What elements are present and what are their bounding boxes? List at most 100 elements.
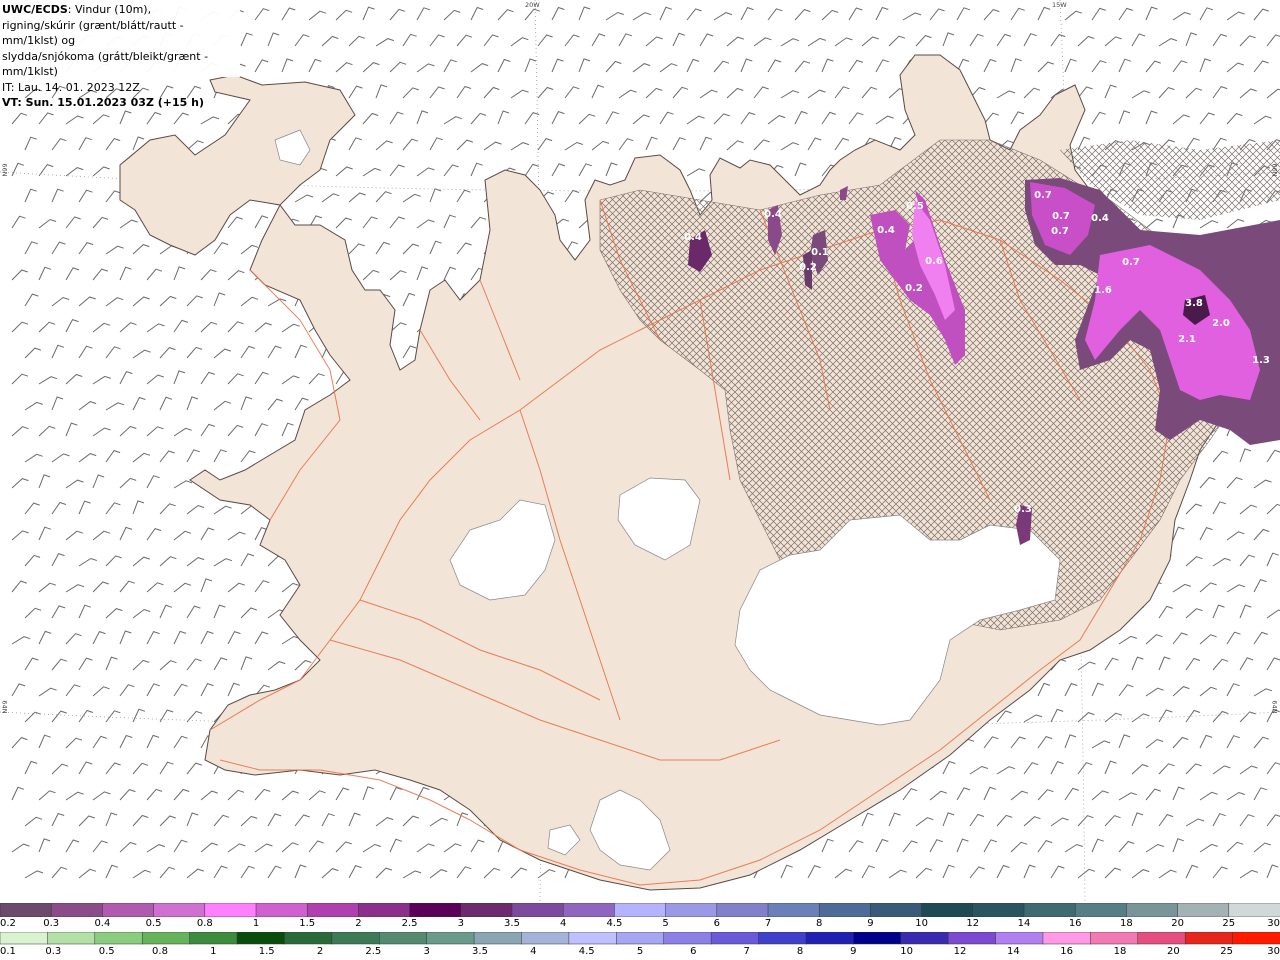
legend-rain-swatch <box>284 932 333 945</box>
legend-snow-swatch <box>870 903 923 917</box>
wind-barb <box>1050 34 1066 47</box>
wind-barb <box>848 7 863 21</box>
wind-barb <box>11 683 26 697</box>
wind-barb <box>24 136 37 151</box>
wind-barb <box>794 110 808 125</box>
legend-rain-swatch <box>1184 932 1234 945</box>
wind-barb <box>11 215 26 229</box>
wind-barb <box>1010 736 1026 749</box>
wind-barb <box>915 867 933 879</box>
wind-barb <box>132 396 146 411</box>
wind-barb <box>227 270 245 281</box>
wind-barb <box>497 58 511 73</box>
wind-barb <box>105 555 122 567</box>
legend-snow-tick-label: 25 <box>1222 918 1236 929</box>
wind-barb <box>200 423 215 437</box>
forecast-info-box: UWC/ECDS: Vindur (10m), rigning/skúrir (… <box>0 0 240 109</box>
wind-barb <box>186 396 199 411</box>
wind-barb <box>1226 11 1245 21</box>
wind-barb <box>119 425 137 437</box>
wind-barb <box>969 813 985 827</box>
legend-snow-swatch <box>409 903 462 917</box>
wind-barb <box>362 843 381 853</box>
wind-barb <box>119 110 132 125</box>
wind-barb <box>1212 557 1231 567</box>
wind-barb <box>281 323 300 333</box>
legend-snow-swatch <box>1074 903 1128 917</box>
wind-barb <box>510 89 529 99</box>
wind-barb <box>821 9 839 21</box>
wind-barb <box>1199 686 1218 697</box>
wind-barb <box>1253 115 1272 125</box>
wind-barb <box>240 450 256 463</box>
wind-barb <box>1172 60 1188 73</box>
wind-barb <box>362 786 374 801</box>
wind-barb <box>1185 32 1198 47</box>
wind-barb <box>227 630 241 645</box>
legend-rain-tick-label: 2 <box>316 946 324 957</box>
wind-barb <box>1010 111 1025 125</box>
wind-barb <box>1212 765 1231 775</box>
legend-rain-tick-label: 18 <box>1113 946 1127 957</box>
wind-barb <box>389 838 403 853</box>
wind-barb <box>335 9 353 21</box>
wind-barb <box>38 164 54 177</box>
wind-barb <box>213 449 227 463</box>
wind-barb <box>78 189 93 203</box>
wind-barb <box>105 245 124 255</box>
wind-barb <box>915 35 932 47</box>
wind-barb <box>1253 479 1272 489</box>
wind-barb <box>11 373 29 385</box>
wind-barb <box>227 682 240 697</box>
wind-barb <box>335 787 350 801</box>
wind-barb <box>375 140 393 151</box>
wind-barb <box>159 396 173 411</box>
legend-rain-tick-label: 7 <box>743 946 750 957</box>
wind-barb <box>227 789 245 801</box>
wind-barb <box>1212 86 1228 99</box>
wind-barb <box>254 423 268 437</box>
wind-barb <box>389 786 403 801</box>
wind-barb <box>834 86 850 99</box>
wind-barb <box>1212 658 1229 671</box>
wind-barb <box>1091 111 1106 125</box>
wind-barb <box>861 865 876 879</box>
wind-barb <box>1226 62 1244 73</box>
wind-barb <box>159 761 174 775</box>
wind-barb <box>983 786 997 801</box>
wind-barb <box>173 480 193 489</box>
wind-barb <box>132 556 150 567</box>
wind-barb <box>227 424 244 437</box>
wind-barb <box>240 815 258 827</box>
wind-barb <box>1023 762 1039 775</box>
wind-barb <box>1226 477 1243 489</box>
wind-barb <box>969 33 984 47</box>
wind-barb <box>321 35 339 47</box>
wind-barb <box>1239 814 1255 827</box>
wind-barb <box>78 296 96 307</box>
wind-barb <box>443 116 463 125</box>
wind-barb <box>1226 531 1245 541</box>
wind-barb <box>591 140 610 151</box>
wind-barb <box>173 683 188 697</box>
legend-snow-swatch <box>1177 903 1230 917</box>
title-line2: rigning/skúrir (grænt/blátt/rautt - mm/1… <box>2 18 184 48</box>
wind-barb <box>861 36 879 47</box>
wind-barb <box>308 10 327 21</box>
legend-snow-tick-label: 6 <box>713 918 720 929</box>
legend-snow-swatch <box>818 903 872 917</box>
wind-barb <box>632 63 651 73</box>
wind-barb <box>551 58 564 73</box>
wind-barb <box>92 735 107 749</box>
wind-barb <box>240 656 253 671</box>
wind-barb <box>1266 864 1279 879</box>
wind-barb <box>105 450 121 463</box>
wind-barb <box>956 787 971 801</box>
wind-barb <box>51 812 65 827</box>
wind-barb <box>186 868 204 879</box>
wind-barb <box>1212 813 1226 827</box>
wind-barb <box>1064 10 1083 21</box>
legend-rain-colorbar <box>0 932 1280 945</box>
wind-barb <box>1077 661 1096 671</box>
wind-barb <box>537 34 553 47</box>
